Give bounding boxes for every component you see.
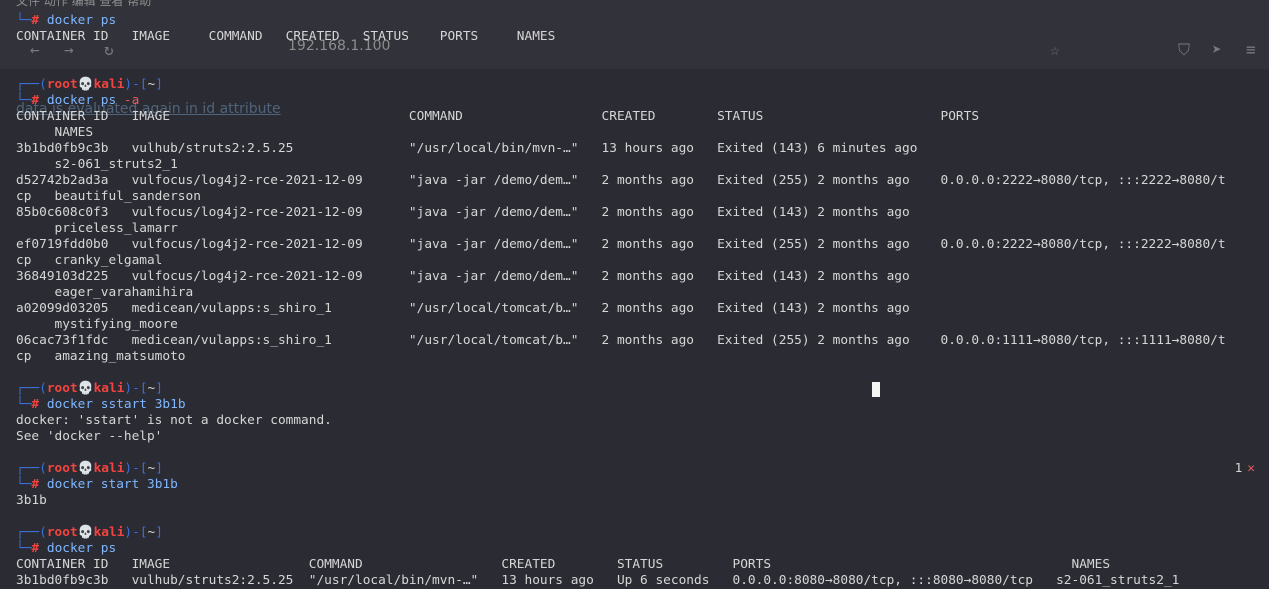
output-line: ef0719fdd0b0 vulfocus/log4j2-rce-2021-12… xyxy=(16,237,1226,252)
prompt-bottom-line: └─# docker ps xyxy=(16,13,117,28)
error-x-icon: ✕ xyxy=(1247,461,1255,476)
prompt-top-line: ┌──(root💀kali)-[~] xyxy=(16,381,163,396)
command-text: docker start 3b1b xyxy=(46,477,178,492)
prompt-top-line: ┌──(root💀kali)-[~] xyxy=(16,461,163,476)
output-line: See 'docker --help' xyxy=(16,429,163,444)
command-text: docker sstart 3b1b xyxy=(46,397,186,412)
command-text: docker ps xyxy=(46,13,117,28)
output-line: CONTAINER ID IMAGE COMMAND CREATED STATU… xyxy=(16,109,1269,124)
skull-icon: 💀 xyxy=(77,461,94,476)
command-text: docker ps xyxy=(46,541,117,556)
text-cursor xyxy=(872,382,880,397)
prompt-bottom-line: └─# docker start 3b1b xyxy=(16,477,178,492)
skull-icon: 💀 xyxy=(77,525,94,540)
command-flag: -a xyxy=(123,93,140,108)
output-line: docker: 'sstart' is not a docker command… xyxy=(16,413,332,428)
exit-status: 1 ✕ xyxy=(1235,461,1255,476)
output-line: cp beautiful_sanderson xyxy=(16,189,201,204)
output-line: a02099d03205 medicean/vulapps:s_shiro_1 … xyxy=(16,301,1269,316)
output-line: 06cac73f1fdc medicean/vulapps:s_shiro_1 … xyxy=(16,333,1226,348)
skull-icon: 💀 xyxy=(77,77,94,92)
skull-icon: 💀 xyxy=(77,381,94,396)
output-line: eager_varahamihira xyxy=(16,285,194,300)
output-line: cp amazing_matsumoto xyxy=(16,349,186,364)
output-line: priceless_lamarr xyxy=(16,221,178,236)
command-text: docker ps xyxy=(46,93,117,108)
prompt-top-line: ┌──(root💀kali)-[~] xyxy=(16,77,163,92)
exit-code: 1 xyxy=(1234,461,1243,476)
prompt-bottom-line: └─# docker ps xyxy=(16,541,117,556)
output-line: s2-061_struts2_1 xyxy=(16,157,178,172)
prompt-bottom-line: └─# docker ps -a xyxy=(16,93,140,108)
output-line: 3b1b xyxy=(16,493,47,508)
output-line: 36849103d225 vulfocus/log4j2-rce-2021-12… xyxy=(16,269,1269,284)
prompt-bottom-line: └─# docker sstart 3b1b xyxy=(16,397,186,412)
output-line: mystifying_moore xyxy=(16,317,178,332)
terminal-output[interactable]: └─# docker ps CONTAINER ID IMAGE COMMAND… xyxy=(16,13,1269,589)
output-line: 3b1bd0fb9c3b vulhub/struts2:2.5.25 "/usr… xyxy=(16,573,1180,588)
output-line: NAMES xyxy=(16,125,94,140)
output-line: 85b0c608c0f3 vulfocus/log4j2-rce-2021-12… xyxy=(16,205,1269,220)
output-line: CONTAINER ID IMAGE COMMAND CREATED STATU… xyxy=(16,29,556,44)
output-line: d52742b2ad3a vulfocus/log4j2-rce-2021-12… xyxy=(16,173,1226,188)
output-line: 3b1bd0fb9c3b vulhub/struts2:2.5.25 "/usr… xyxy=(16,141,1269,156)
output-line: cp cranky_elgamal xyxy=(16,253,163,268)
prompt-top-line: ┌──(root💀kali)-[~] xyxy=(16,525,163,540)
ghost-menu-bar: 文件 动作 编辑 查看 帮助 xyxy=(16,0,152,8)
output-line: CONTAINER ID IMAGE COMMAND CREATED STATU… xyxy=(16,557,1111,572)
